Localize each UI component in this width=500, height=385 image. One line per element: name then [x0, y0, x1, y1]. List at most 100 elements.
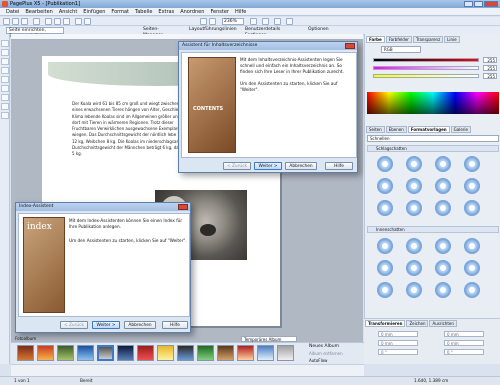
- style-gear-icon[interactable]: [404, 176, 424, 196]
- zoom-in-icon[interactable]: [209, 18, 216, 25]
- layout-guides-button[interactable]: Layoutführungslinien: [187, 27, 237, 34]
- style-gear-icon[interactable]: [404, 154, 424, 174]
- pointer-tool-icon[interactable]: [1, 40, 9, 47]
- menu-format[interactable]: Format: [111, 8, 129, 15]
- style-gear-icon[interactable]: [462, 154, 482, 174]
- pencil-tool-icon[interactable]: [1, 67, 9, 74]
- open-icon[interactable]: [12, 18, 19, 25]
- text-frame-tool-icon[interactable]: [1, 58, 9, 65]
- style-gear-icon[interactable]: [462, 176, 482, 196]
- album-thumbnail[interactable]: [217, 345, 234, 361]
- style-gear-icon[interactable]: [433, 176, 453, 196]
- tab-gallery[interactable]: Galerie: [450, 126, 471, 133]
- height-field[interactable]: 0 mm: [444, 340, 484, 346]
- tab-pages[interactable]: Seiten: [366, 126, 385, 133]
- album-thumbnail[interactable]: [137, 345, 154, 361]
- menu-edit[interactable]: Bearbeiten: [25, 8, 52, 15]
- minimize-button[interactable]: [464, 1, 473, 7]
- album-thumbnail-selected[interactable]: [97, 345, 114, 361]
- red-value[interactable]: 255: [483, 57, 497, 63]
- menu-table[interactable]: Tabelle: [135, 8, 152, 15]
- toc-next-button[interactable]: Weiter >: [254, 162, 282, 170]
- section-drop-shadow[interactable]: Schlagschatten: [367, 145, 499, 152]
- undo-icon[interactable]: [75, 18, 82, 25]
- table-tool-icon[interactable]: [1, 112, 9, 119]
- blue-value[interactable]: 255: [483, 73, 497, 79]
- shape-tool-icon[interactable]: [1, 76, 9, 83]
- horizontal-scrollbar[interactable]: [11, 364, 364, 376]
- style-gear-icon[interactable]: [462, 280, 482, 300]
- style-gear-icon[interactable]: [404, 258, 424, 278]
- pages-manager-button[interactable]: Seiten-Manager: [141, 27, 179, 38]
- style-gear-icon[interactable]: [433, 154, 453, 174]
- tab-layers[interactable]: Ebenen: [385, 126, 407, 133]
- color-spectrum[interactable]: [367, 92, 499, 114]
- red-slider[interactable]: [373, 58, 479, 62]
- maximize-button[interactable]: [474, 1, 483, 7]
- index-help-button[interactable]: Hilfe: [162, 321, 188, 329]
- position-y-field[interactable]: 0 mm: [378, 340, 418, 346]
- album-thumbnail[interactable]: [17, 345, 34, 361]
- menu-tools[interactable]: Extras: [158, 8, 174, 15]
- cut-icon[interactable]: [45, 18, 52, 25]
- style-gear-icon[interactable]: [433, 236, 453, 256]
- album-thumbnail[interactable]: [117, 345, 134, 361]
- remove-album-button[interactable]: Album entfernen: [309, 351, 343, 356]
- tab-align[interactable]: Ausrichten: [429, 320, 457, 327]
- paste-icon[interactable]: [63, 18, 70, 25]
- style-gear-icon[interactable]: [462, 258, 482, 278]
- redo-icon[interactable]: [84, 18, 91, 25]
- width-field[interactable]: 0 mm: [444, 331, 484, 337]
- index-dialog-close-icon[interactable]: [178, 204, 188, 210]
- index-cancel-button[interactable]: Abbrechen: [124, 321, 156, 329]
- style-gear-icon[interactable]: [433, 258, 453, 278]
- album-thumbnail[interactable]: [77, 345, 94, 361]
- style-category-select[interactable]: Schnellen: [367, 135, 499, 142]
- album-select[interactable]: Temporäres Album: [241, 336, 297, 342]
- text-tool-icon[interactable]: [250, 18, 257, 25]
- rotation-field[interactable]: 0 °: [378, 349, 418, 355]
- rotate-tool-icon[interactable]: [1, 49, 9, 56]
- style-gear-icon[interactable]: [375, 176, 395, 196]
- menu-file[interactable]: Datei: [6, 8, 19, 15]
- album-thumbnail[interactable]: [37, 345, 54, 361]
- new-icon[interactable]: [3, 18, 10, 25]
- album-thumbnail[interactable]: [177, 345, 194, 361]
- print-icon[interactable]: [33, 18, 40, 25]
- tab-character[interactable]: Zeichen: [406, 320, 429, 327]
- tab-swatches[interactable]: Farbfelder: [385, 36, 412, 43]
- picture-tool-icon[interactable]: [1, 103, 9, 110]
- style-gear-icon[interactable]: [375, 236, 395, 256]
- album-thumbnail[interactable]: [57, 345, 74, 361]
- save-icon[interactable]: [21, 18, 28, 25]
- style-gear-icon[interactable]: [375, 198, 395, 218]
- menu-insert[interactable]: Einfügen: [83, 8, 105, 15]
- style-gear-icon[interactable]: [462, 236, 482, 256]
- album-thumbnail[interactable]: [277, 345, 294, 361]
- album-thumbnail[interactable]: [157, 345, 174, 361]
- tab-transparency[interactable]: Transparenz: [412, 36, 444, 43]
- tab-transform[interactable]: Transformieren: [365, 320, 406, 327]
- album-thumbnail[interactable]: [257, 345, 274, 361]
- tab-styles[interactable]: Formatvorlagen: [407, 126, 450, 133]
- style-gear-icon[interactable]: [375, 280, 395, 300]
- zoom-field[interactable]: 236%: [222, 18, 244, 25]
- section-inner-shadow[interactable]: Innenschatten: [367, 226, 499, 233]
- menu-window[interactable]: Fenster: [210, 8, 229, 15]
- shear-field[interactable]: 0 °: [444, 349, 484, 355]
- index-next-button[interactable]: Weiter >: [92, 321, 120, 329]
- style-gear-icon[interactable]: [433, 280, 453, 300]
- style-gear-icon[interactable]: [404, 236, 424, 256]
- style-gear-icon[interactable]: [462, 198, 482, 218]
- page-setup-field[interactable]: Seite einrichten, Benutzerdefiniert: [6, 27, 64, 39]
- blue-slider[interactable]: [373, 74, 479, 78]
- tab-line[interactable]: Linie: [444, 36, 460, 43]
- style-gear-icon[interactable]: [375, 154, 395, 174]
- menu-view[interactable]: Ansicht: [59, 8, 77, 15]
- close-window-button[interactable]: [484, 1, 498, 7]
- album-thumbnail[interactable]: [197, 345, 214, 361]
- position-x-field[interactable]: 0 mm: [378, 331, 418, 337]
- insert-picture-icon[interactable]: [274, 18, 281, 25]
- crop-tool-icon[interactable]: [1, 94, 9, 101]
- color-model-select[interactable]: RGB: [381, 46, 421, 53]
